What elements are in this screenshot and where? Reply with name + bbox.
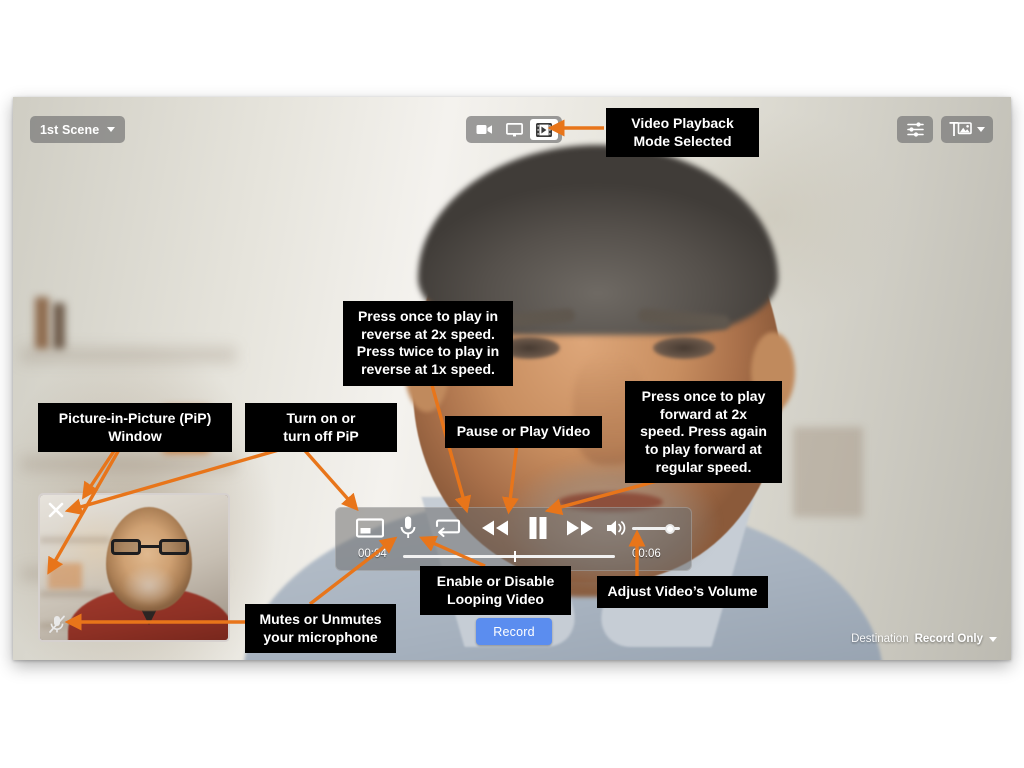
record-button-label: Record bbox=[493, 624, 535, 639]
pip-toggle-button[interactable] bbox=[356, 517, 384, 539]
total-time-label: 00:06 bbox=[632, 548, 661, 560]
sliders-icon bbox=[906, 122, 924, 137]
pip-video-feed bbox=[40, 495, 228, 640]
destination-label: Destination bbox=[851, 633, 909, 645]
microphone-icon bbox=[400, 516, 416, 538]
app-window: 1st Scene 00:04 00:06 Record Destination… bbox=[13, 97, 1011, 660]
destination-value: Record Only bbox=[914, 633, 983, 645]
player-control-bar[interactable]: 00:04 00:06 bbox=[335, 507, 692, 571]
settings-button[interactable] bbox=[897, 116, 933, 143]
chevron-down-icon bbox=[107, 127, 116, 132]
volume-icon[interactable] bbox=[606, 519, 628, 537]
fast-forward-icon bbox=[567, 520, 593, 536]
camera-icon bbox=[476, 125, 492, 134]
loop-toggle-button[interactable] bbox=[433, 517, 463, 539]
volume-slider[interactable] bbox=[632, 523, 680, 534]
close-x-icon bbox=[48, 502, 64, 518]
screen-mode-button[interactable] bbox=[500, 119, 528, 140]
scrubber-handle[interactable] bbox=[514, 551, 516, 562]
pip-icon bbox=[356, 518, 384, 538]
monitor-icon bbox=[505, 122, 523, 136]
text-image-icon bbox=[949, 122, 972, 136]
destination-selector[interactable]: Destination Record Only bbox=[851, 633, 997, 645]
scrubber-track[interactable] bbox=[403, 551, 615, 562]
pause-icon bbox=[529, 517, 547, 539]
current-time-label: 00:04 bbox=[358, 548, 387, 560]
record-button[interactable]: Record bbox=[476, 618, 552, 645]
chevron-down-icon bbox=[977, 127, 985, 132]
speaker-icon bbox=[607, 520, 626, 536]
mode-switcher[interactable] bbox=[466, 116, 562, 143]
scene-selector[interactable]: 1st Scene bbox=[30, 116, 126, 143]
pip-subject-glasses bbox=[110, 539, 190, 555]
pause-play-button[interactable] bbox=[526, 516, 550, 540]
pip-close-button[interactable] bbox=[46, 500, 66, 520]
mic-toggle-button[interactable] bbox=[398, 515, 418, 541]
pip-mic-mute-button[interactable] bbox=[48, 614, 66, 634]
screenshot-root: 1st Scene 00:04 00:06 Record Destination… bbox=[0, 0, 1024, 768]
scene-selector-label: 1st Scene bbox=[40, 122, 100, 137]
pip-window[interactable] bbox=[38, 493, 230, 642]
webcam-mode-button[interactable] bbox=[470, 119, 498, 140]
loop-icon bbox=[435, 519, 461, 538]
video-playback-mode-button[interactable] bbox=[530, 119, 558, 140]
fast-forward-button[interactable] bbox=[565, 519, 595, 537]
chevron-down-icon bbox=[989, 636, 997, 642]
overlay-button[interactable] bbox=[941, 116, 993, 143]
microphone-muted-icon bbox=[49, 615, 65, 633]
film-strip-icon bbox=[536, 122, 552, 137]
volume-slider-knob[interactable] bbox=[665, 523, 675, 534]
rewind-button[interactable] bbox=[480, 519, 510, 537]
rewind-icon bbox=[482, 520, 508, 536]
playback-timeline: 00:04 00:06 bbox=[336, 546, 691, 566]
